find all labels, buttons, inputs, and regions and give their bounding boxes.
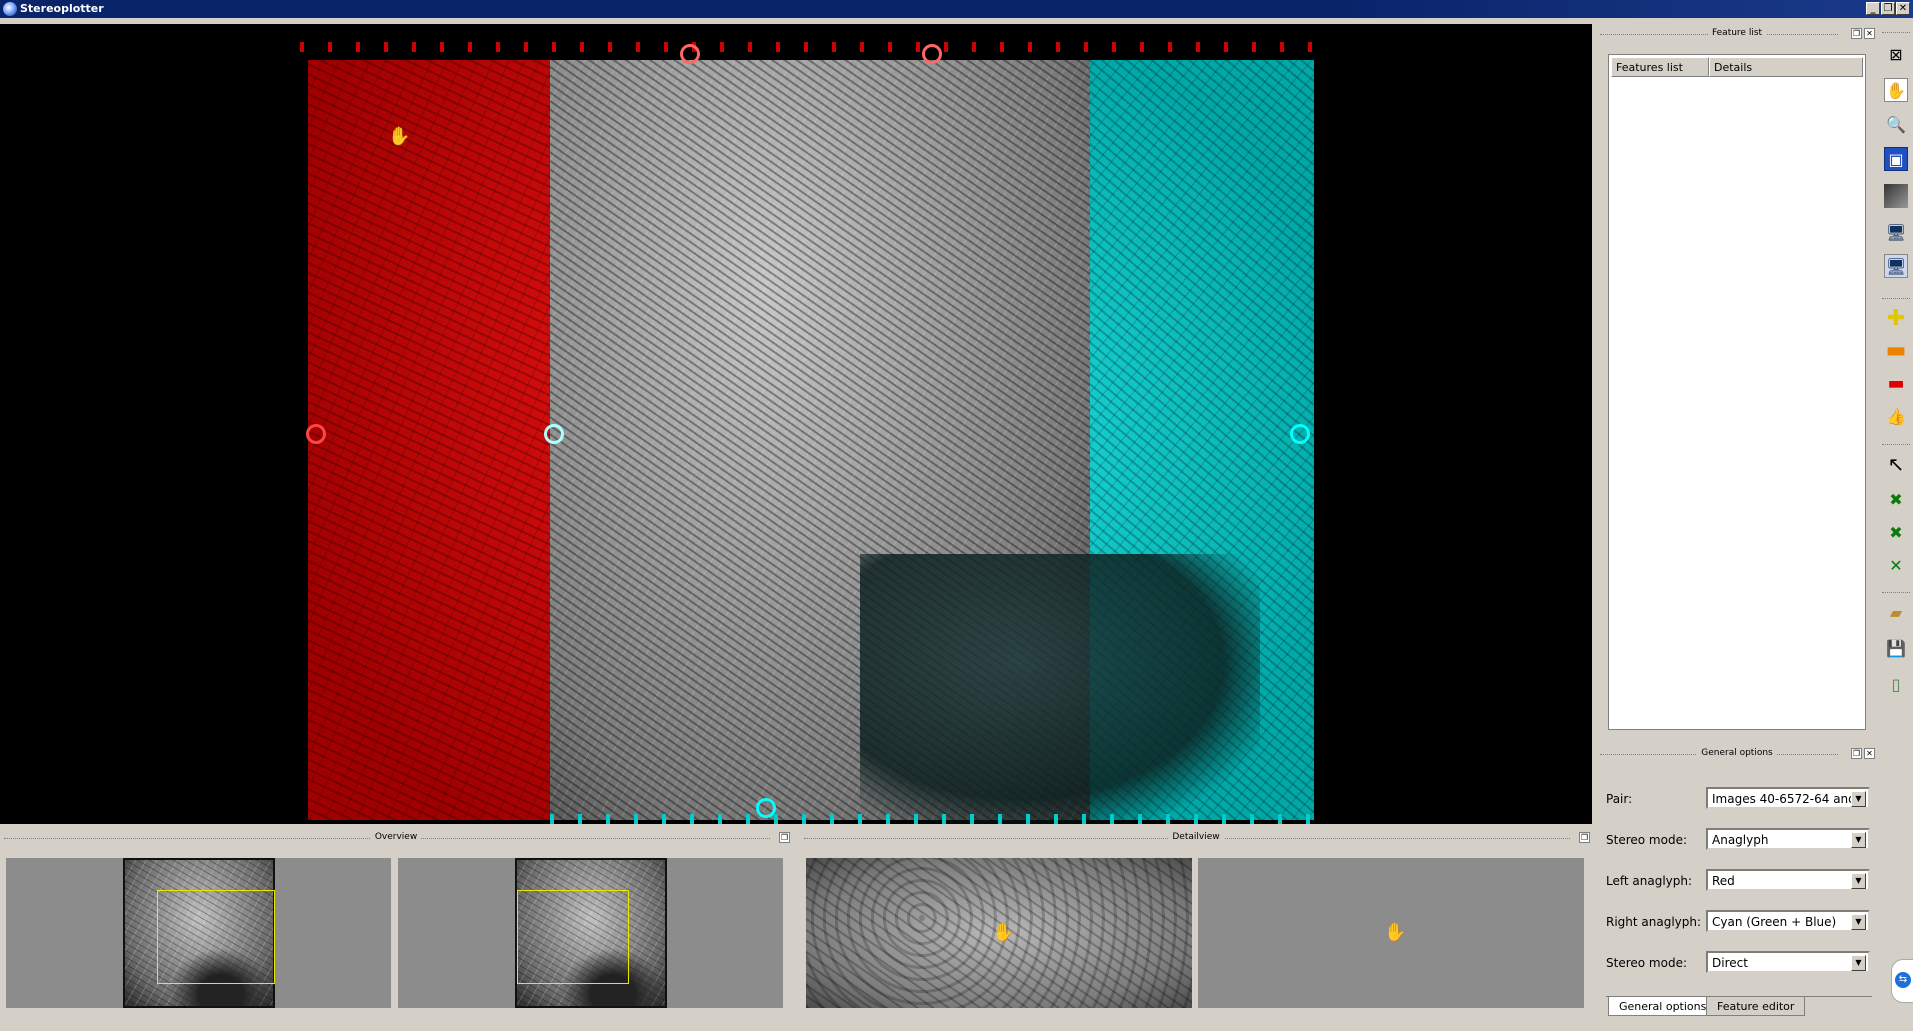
title-bar: Stereoplotter _ ❐ ✕ [0,0,1913,18]
texture-icon[interactable] [1884,184,1908,208]
column-header-features[interactable]: Features list [1611,57,1709,77]
chevron-down-icon[interactable]: ▼ [1851,873,1866,889]
close-button[interactable]: ✕ [1896,2,1910,15]
fiducial-mark [922,44,942,64]
fiducial-mark [680,44,700,64]
fiducial-mark [544,424,564,444]
tool-bar: ⊠ ✋ 🔍 ▣ 🖥 🖥 ✚ ▬ ▬ 👍 ↖ ✖ ✖ ✕ ▰ 💾 ▯ ⇆ [1878,24,1913,1031]
tab-feature-editor[interactable]: Feature editor [1706,997,1806,1016]
chevron-down-icon[interactable]: ▼ [1851,791,1866,807]
grid-icon[interactable]: ⊠ [1884,42,1908,66]
document-icon[interactable]: ▯ [1884,672,1908,696]
restore-button[interactable]: ❐ [1881,2,1895,15]
overview-left-image[interactable] [123,858,275,1008]
fiducial-mark [306,424,326,444]
overview-dock-title[interactable]: Overview ❐ [0,832,792,846]
hand-pan-icon[interactable]: ✋ [1884,78,1908,102]
dock-tabs: General options Feature editor [1606,996,1872,1016]
option-label: Right anaglyph: [1606,915,1702,929]
remove-icon[interactable]: ▬ [1884,338,1908,363]
edit-feature-icon[interactable]: ✖ [1884,520,1908,544]
add-point-icon[interactable]: ✚ [1884,306,1908,331]
option-label: Stereo mode: [1606,833,1687,847]
app-icon [3,2,17,16]
float-dock-icon[interactable]: ❐ [1851,748,1862,759]
remove-all-icon[interactable]: ▬ [1884,371,1908,395]
stereo-mode-select[interactable]: Anaglyph ▼ [1706,828,1870,850]
fiducial-rim-top [300,42,1318,52]
feature-list-dock-title[interactable]: Feature list ❐ ✕ [1596,28,1878,42]
hand-cursor-icon: ✋ [388,126,411,147]
add-feature-icon[interactable]: ✖ [1884,487,1908,511]
zoom-icon[interactable]: 🔍 [1884,112,1908,136]
option-label: Pair: [1606,792,1633,806]
monitor-icon[interactable]: 🖥 [1884,220,1908,244]
thumb-icon[interactable]: 👍 [1884,404,1908,428]
stereo-mode-direct-select[interactable]: Direct ▼ [1706,951,1870,973]
detail-left-image[interactable]: ✋ [806,858,1192,1008]
stereo-viewer[interactable]: ✋ [0,24,1592,824]
general-options-dock-title[interactable]: General options ❐ ✕ [1596,748,1878,762]
tab-general-options[interactable]: General options [1608,997,1718,1016]
option-right-anaglyph: Right anaglyph: Cyan (Green + Blue) ▼ [1606,910,1874,934]
chevron-down-icon[interactable]: ▼ [1851,955,1866,971]
overview-left-pane[interactable] [6,858,391,1008]
fiducial-mark [756,798,776,818]
remove-feature-icon[interactable]: ✕ [1884,553,1908,577]
detail-right-pane[interactable]: ✋ [1198,858,1584,1008]
option-label: Left anaglyph: [1606,874,1693,888]
column-header-details[interactable]: Details [1709,57,1863,77]
float-dock-icon[interactable]: ❐ [1851,28,1862,39]
option-pair: Pair: Images 40-6572-64 and ▼ [1606,787,1874,811]
option-stereo-mode: Stereo mode: Anaglyph ▼ [1606,828,1874,852]
chevron-down-icon[interactable]: ▼ [1851,832,1866,848]
open-folder-icon[interactable]: ▰ [1884,600,1908,624]
fiducial-rim-bottom [550,814,1314,824]
detailview-dock-title[interactable]: Detailview ❐ [800,832,1592,846]
fiducial-mark [1290,424,1310,444]
dual-monitor-icon[interactable]: 🖥 [1884,254,1908,278]
right-dock: Feature list ❐ ✕ Features list Details G… [1596,24,1878,1031]
minimize-button[interactable]: _ [1866,2,1880,15]
float-dock-icon[interactable]: ❐ [779,832,790,843]
overview-right-pane[interactable] [398,858,783,1008]
hand-cursor-icon: ✋ [992,922,1015,943]
hand-cursor-icon: ✋ [1384,922,1407,943]
option-stereo-mode-2: Stereo mode: Direct ▼ [1606,951,1874,975]
close-dock-icon[interactable]: ✕ [1864,748,1875,759]
float-dock-icon[interactable]: ❐ [1579,832,1590,843]
right-anaglyph-select[interactable]: Cyan (Green + Blue) ▼ [1706,910,1870,932]
left-anaglyph-select[interactable]: Red ▼ [1706,869,1870,891]
overview-viewport-rect[interactable] [517,890,629,984]
teamviewer-icon[interactable]: ⇆ [1891,959,1913,1003]
option-left-anaglyph: Left anaglyph: Red ▼ [1606,869,1874,893]
feature-list-table[interactable]: Features list Details [1608,54,1866,730]
pointer-icon[interactable]: ↖ [1884,452,1908,476]
chevron-down-icon[interactable]: ▼ [1851,914,1866,930]
overview-viewport-rect[interactable] [157,890,275,984]
save-icon[interactable]: 💾 [1884,636,1908,660]
pair-select[interactable]: Images 40-6572-64 and ▼ [1706,787,1870,809]
window-title: Stereoplotter [20,2,104,15]
option-label: Stereo mode: [1606,956,1687,970]
forest-area [860,554,1260,824]
fit-view-icon[interactable]: ▣ [1884,147,1908,171]
anaglyph-image[interactable]: ✋ [300,34,1318,824]
close-dock-icon[interactable]: ✕ [1864,28,1875,39]
overview-right-image[interactable] [515,858,667,1008]
